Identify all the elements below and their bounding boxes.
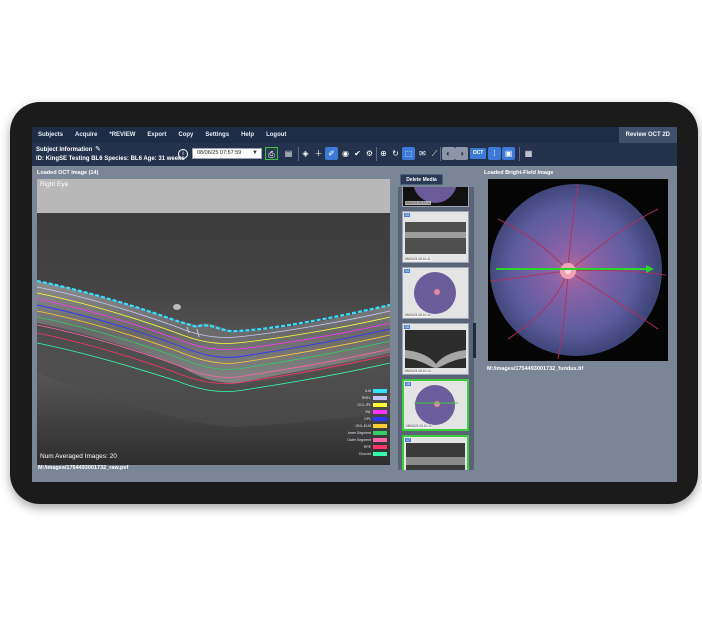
subject-information-title: Subject Information <box>36 147 93 153</box>
report-icon[interactable]: ▦ <box>522 147 535 160</box>
settings-icon[interactable]: ⚙ <box>363 147 376 160</box>
thumbnail-item[interactable]: 17 <box>402 435 469 470</box>
delete-media-button[interactable]: Delete Media <box>400 174 443 185</box>
legend-swatch <box>373 423 387 428</box>
legend-item: OPL <box>327 415 387 422</box>
thumbnail-caption: 08/06/25 08:10:14 <box>405 369 431 373</box>
menu-help[interactable]: Help <box>235 132 260 138</box>
legend-item: RPE <box>327 443 387 450</box>
oct-thumbnail-image <box>404 437 467 470</box>
thumbnail-scrollbar[interactable] <box>473 323 476 358</box>
clipboard-icon[interactable]: ▤ <box>282 147 295 160</box>
save-icon[interactable]: ⎙ <box>265 147 278 160</box>
oct-header-band: Right Eye <box>37 179 390 213</box>
oct-thumbnail-image <box>403 212 468 262</box>
plus-icon[interactable]: ＋ <box>312 147 325 160</box>
fundus-image <box>488 179 668 361</box>
layer-legend: ILM RNFL GCL-IPL INL OPL ONL-ELM Inner S… <box>327 387 387 457</box>
media-thumbnail-list[interactable]: 08/06/25 08:10:41 13 08/06/25 08:10:41 1… <box>398 187 474 470</box>
thumbnail-number: 15 <box>404 325 410 329</box>
info-icon[interactable]: i <box>178 149 188 159</box>
thumbnail-number: 17 <box>405 438 411 442</box>
eye-label: Right Eye <box>40 181 69 188</box>
legend-swatch <box>373 395 387 400</box>
thumbnail-item[interactable]: 15 08/06/25 08:10:14 <box>402 323 469 375</box>
thumbnail-item-selected[interactable]: 16 08/06/25 08:10:10 <box>402 379 469 431</box>
legend-swatch <box>373 388 387 393</box>
legend-item: ILM <box>327 387 387 394</box>
menu-export[interactable]: Export <box>141 132 172 138</box>
thumbnail-number: 14 <box>404 269 410 273</box>
legend-swatch <box>373 416 387 421</box>
legend-swatch <box>373 430 387 435</box>
thumbnail-caption: 08/06/25 08:10:41 <box>405 201 431 205</box>
layers-icon[interactable]: ◈ <box>299 147 312 160</box>
fundus-file-path: M:/images/1754493001732_fundus.tif <box>487 366 584 372</box>
select-icon[interactable]: ⬚ <box>402 147 415 160</box>
oct-panel-header: Loaded OCT Image (14) <box>37 170 99 176</box>
legend-swatch <box>373 437 387 442</box>
oct-thumbnail-image <box>403 324 468 374</box>
menu-bar: Subjects Acquire *REVIEW Export Copy Set… <box>32 127 677 143</box>
menu-copy[interactable]: Copy <box>172 132 199 138</box>
edit-pencil-icon[interactable]: ✎ <box>95 145 101 153</box>
fundus-panel-header: Loaded Bright-Field Image <box>484 170 554 176</box>
refresh-icon[interactable]: ↻ <box>389 147 402 160</box>
legend-item: ONL-ELM <box>327 422 387 429</box>
toolbar: Subject Information ✎ ID: KingSE Testing… <box>32 143 677 166</box>
active-mode-tab[interactable]: Review OCT 2D <box>618 127 677 143</box>
legend-swatch <box>373 451 387 456</box>
session-date-select[interactable]: 08/06/25 07:57:59 ▼ <box>192 148 262 159</box>
subject-details: ID: KingSE Testing BL6 Species: BL6 Age:… <box>36 156 185 162</box>
legend-item: Inner Segment <box>327 429 387 436</box>
photo-icon[interactable]: ▣ <box>502 147 515 160</box>
oct-mode-button[interactable]: OCT <box>470 148 486 159</box>
grid-icon[interactable]: ⁞ <box>488 147 501 160</box>
legend-item: INL <box>327 408 387 415</box>
thumbnail-item[interactable]: 14 08/06/25 08:10:10 <box>402 267 469 319</box>
legend-swatch <box>373 409 387 414</box>
chevron-down-icon: ▼ <box>252 150 258 156</box>
legend-item: Choroid <box>327 450 387 457</box>
fundus-thumbnail-image <box>404 381 467 429</box>
menu-acquire[interactable]: Acquire <box>69 132 103 138</box>
brightness-icon[interactable]: ◐ <box>442 147 455 160</box>
fundus-image-viewer[interactable] <box>488 179 668 361</box>
menu-review[interactable]: *REVIEW <box>103 132 141 138</box>
legend-item: RNFL <box>327 394 387 401</box>
menu-logout[interactable]: Logout <box>260 132 292 138</box>
contrast-icon[interactable]: ◑ <box>455 147 468 160</box>
legend-swatch <box>373 402 387 407</box>
thumbnail-caption: 08/06/25 08:10:10 <box>405 313 431 317</box>
toolbar-divider <box>519 147 520 161</box>
legend-item: GCL-IPL <box>327 401 387 408</box>
marker-icon[interactable]: ✐ <box>325 147 338 160</box>
legend-item: Outer Segment <box>327 436 387 443</box>
toolbar-divider <box>440 147 441 161</box>
menu-subjects[interactable]: Subjects <box>32 132 69 138</box>
thumbnail-caption: 08/06/25 08:10:10 <box>406 424 432 428</box>
thumbnail-number: 13 <box>404 213 410 217</box>
thumbnail-item[interactable]: 13 08/06/25 08:10:41 <box>402 211 469 263</box>
session-date-value: 08/06/25 07:57:59 <box>197 150 242 156</box>
oct-image-viewer[interactable]: Right Eye ILM RNFL GCL-IPL INL OPL ONL-E… <box>37 179 390 465</box>
fundus-thumbnail-image <box>403 268 468 318</box>
legend-swatch <box>373 444 387 449</box>
menu-settings[interactable]: Settings <box>199 132 235 138</box>
thumbnail-caption: 08/06/25 08:10:41 <box>405 257 431 261</box>
oct-file-path: M:/images/1754493001732_raw.pvf <box>38 465 129 471</box>
averaged-images-count: Num Averaged Images: 20 <box>40 453 117 460</box>
app-screen: Subjects Acquire *REVIEW Export Copy Set… <box>32 127 677 482</box>
thumbnail-number: 16 <box>405 382 411 386</box>
thumbnail-item[interactable]: 08/06/25 08:10:41 <box>402 187 469 207</box>
